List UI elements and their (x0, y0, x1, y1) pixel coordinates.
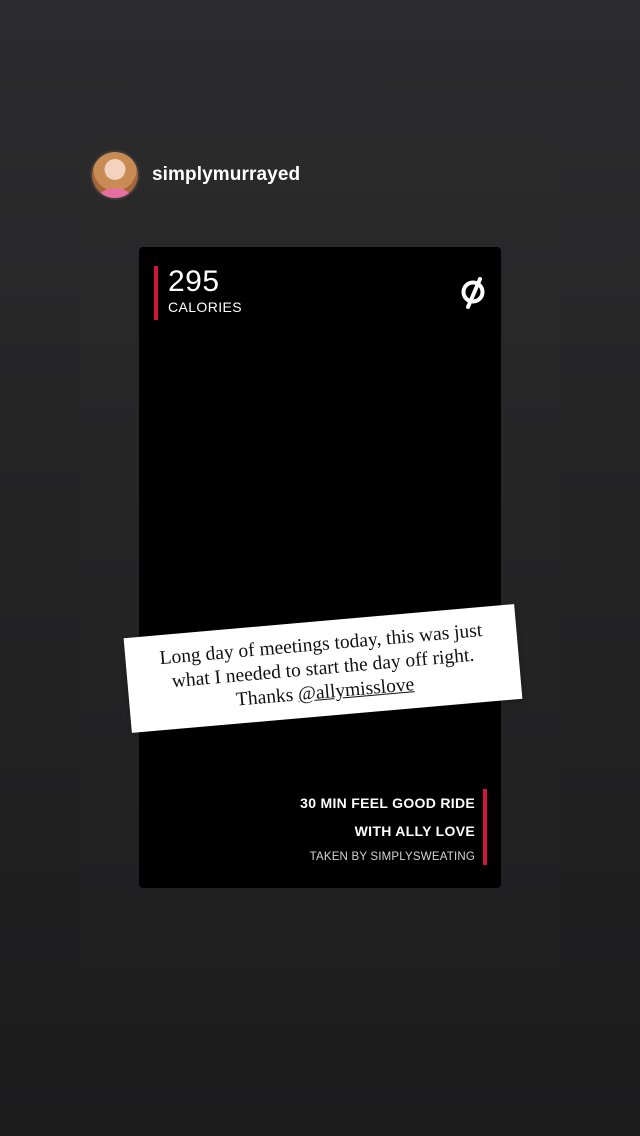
username[interactable]: simplymurrayed (152, 164, 300, 186)
taken-by-text: TAKEN BY SIMPLYSWEATING (309, 851, 475, 863)
calories-value: 295 (168, 265, 220, 298)
calories-label: CALORIES (168, 299, 242, 315)
peloton-logo-icon (461, 277, 485, 309)
ride-title-line-1: 30 MIN FEEL GOOD RIDE (300, 795, 475, 811)
avatar[interactable] (92, 152, 138, 198)
caption-thanks-text: Thanks (235, 684, 299, 711)
story-card: simplymurrayed 295 CALORIES 30 MIN FEEL … (80, 140, 560, 995)
ride-info: 30 MIN FEEL GOOD RIDE WITH ALLY LOVE TAK… (300, 789, 487, 865)
calories-stat: 295 CALORIES (154, 266, 242, 320)
story-header[interactable]: simplymurrayed (92, 152, 300, 198)
workout-summary-card: 295 CALORIES 30 MIN FEEL GOOD RIDE WITH … (139, 247, 501, 888)
ride-title-line-2: WITH ALLY LOVE (354, 823, 475, 839)
